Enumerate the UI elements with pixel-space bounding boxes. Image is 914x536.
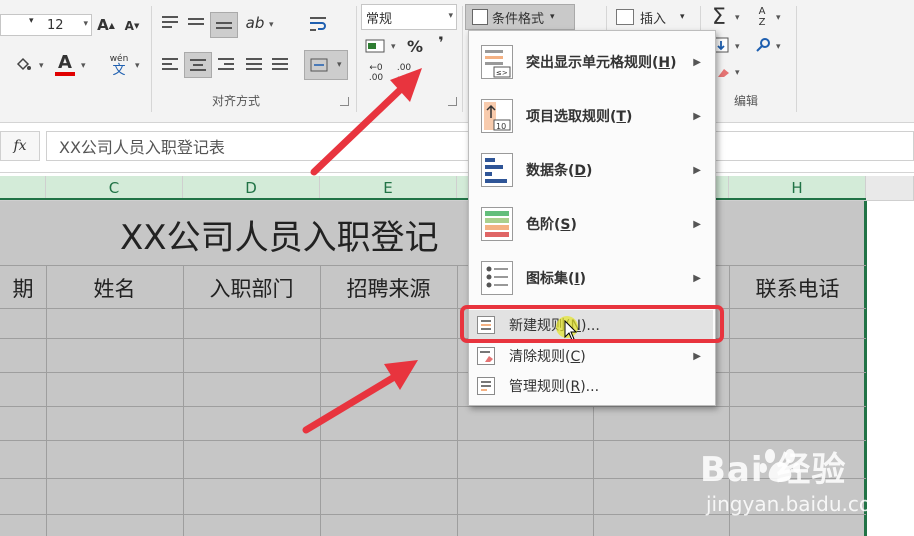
insert-cells-icon	[616, 9, 634, 25]
find-icon[interactable]	[754, 36, 772, 54]
number-dialog-launcher[interactable]	[448, 97, 457, 106]
decrease-indent-icon[interactable]	[246, 58, 262, 70]
annotation-highlight-box	[460, 305, 724, 343]
column-header-h[interactable]: H	[729, 176, 866, 200]
conditional-format-icon	[472, 9, 488, 25]
menu-item-data-bars[interactable]: 数据条(D) ▶	[469, 143, 713, 197]
sum-icon[interactable]: Σ	[708, 4, 730, 30]
baidu-watermark: Bai 经验 jingyan.baidu.com	[700, 440, 910, 536]
svg-text:≤>: ≤>	[496, 69, 508, 77]
insert-function-button[interactable]: fx	[0, 131, 40, 161]
selection-header-underline	[0, 198, 866, 200]
header-cell-department[interactable]: 入职部门	[183, 268, 320, 308]
phonetic-guide-icon[interactable]: wén 文	[106, 52, 132, 80]
comma-icon[interactable]: ❜	[434, 32, 448, 52]
svg-text:10: 10	[496, 122, 506, 131]
align-right-icon[interactable]	[218, 58, 234, 70]
currency-icon[interactable]	[364, 36, 386, 56]
wrap-text-icon[interactable]	[306, 12, 330, 36]
sheet-title-cell[interactable]: XX公司人员入职登记	[120, 210, 480, 258]
clear-icon[interactable]	[714, 64, 732, 80]
color-scales-icon	[481, 207, 513, 241]
font-grow-icon[interactable]: A ▲	[97, 14, 115, 36]
icon-sets-icon	[481, 261, 513, 295]
percent-icon[interactable]: %	[406, 36, 424, 56]
header-cell-date[interactable]: 期	[0, 268, 46, 308]
align-center-button[interactable]	[184, 52, 212, 78]
header-cell-phone[interactable]: 联系电话	[729, 268, 866, 308]
group-label-editing: 编辑	[734, 94, 759, 108]
highlight-rules-icon: ≤>	[481, 45, 513, 79]
align-left-icon[interactable]	[162, 58, 178, 70]
top-bottom-rules-icon: 10	[481, 99, 513, 133]
conditional-format-button[interactable]: 条件格式 ▾	[465, 4, 575, 30]
header-cell-name[interactable]: 姓名	[46, 268, 183, 308]
align-bottom-button[interactable]	[210, 12, 238, 38]
data-bars-icon	[481, 153, 513, 187]
baidu-paw-logo	[760, 449, 800, 482]
font-color-icon[interactable]: A	[54, 52, 76, 78]
group-label-alignment: 对齐方式	[212, 94, 261, 108]
menu-item-icon-sets[interactable]: 图标集(I) ▶	[469, 251, 713, 305]
paint-bucket-icon[interactable]	[12, 53, 34, 75]
menu-item-highlight-rules[interactable]: ≤> 突出显示单元格规则(H) ▶	[469, 35, 713, 89]
menu-item-clear-rules[interactable]: 清除规则(C) ▶	[469, 341, 713, 371]
sort-icon[interactable]: AZ	[752, 4, 772, 30]
align-middle-icon[interactable]	[188, 18, 204, 30]
column-header-c[interactable]: C	[46, 176, 183, 200]
font-shrink-icon[interactable]: A ▼	[124, 16, 140, 36]
number-format-combo[interactable]: 常规 ▾	[361, 4, 457, 30]
header-cell-source[interactable]: 招聘来源	[320, 268, 457, 308]
orientation-icon[interactable]: ab	[244, 12, 266, 34]
increase-indent-icon[interactable]	[272, 58, 288, 70]
red-arrow	[310, 68, 422, 176]
ribbon: ▾ 12 ▾ A▲ A▼ ▾ A ▾ wén 文 ▾ ab ▾ ▾ 对齐方式	[0, 0, 914, 123]
menu-item-top-bottom-rules[interactable]: 10 项目选取规则(T) ▶	[469, 89, 713, 143]
align-top-icon[interactable]	[162, 16, 178, 28]
font-size-combo[interactable]: ▾ 12 ▾	[0, 14, 92, 36]
column-header-i[interactable]	[866, 176, 914, 200]
font-size-value: 12	[47, 17, 64, 33]
conditional-format-menu: ≤> 突出显示单元格规则(H) ▶ 10 项目选取规则(T) ▶ 数据条(D) …	[468, 30, 716, 406]
manage-rules-icon	[477, 377, 495, 395]
clear-rules-icon	[477, 347, 495, 365]
menu-item-manage-rules[interactable]: 管理规则(R)...	[469, 371, 713, 401]
insert-cells-button[interactable]: 插入 ▾	[616, 6, 694, 28]
red-arrow	[302, 360, 418, 434]
menu-item-color-scales[interactable]: 色阶(S) ▶	[469, 197, 713, 251]
column-header-b[interactable]	[0, 176, 46, 200]
